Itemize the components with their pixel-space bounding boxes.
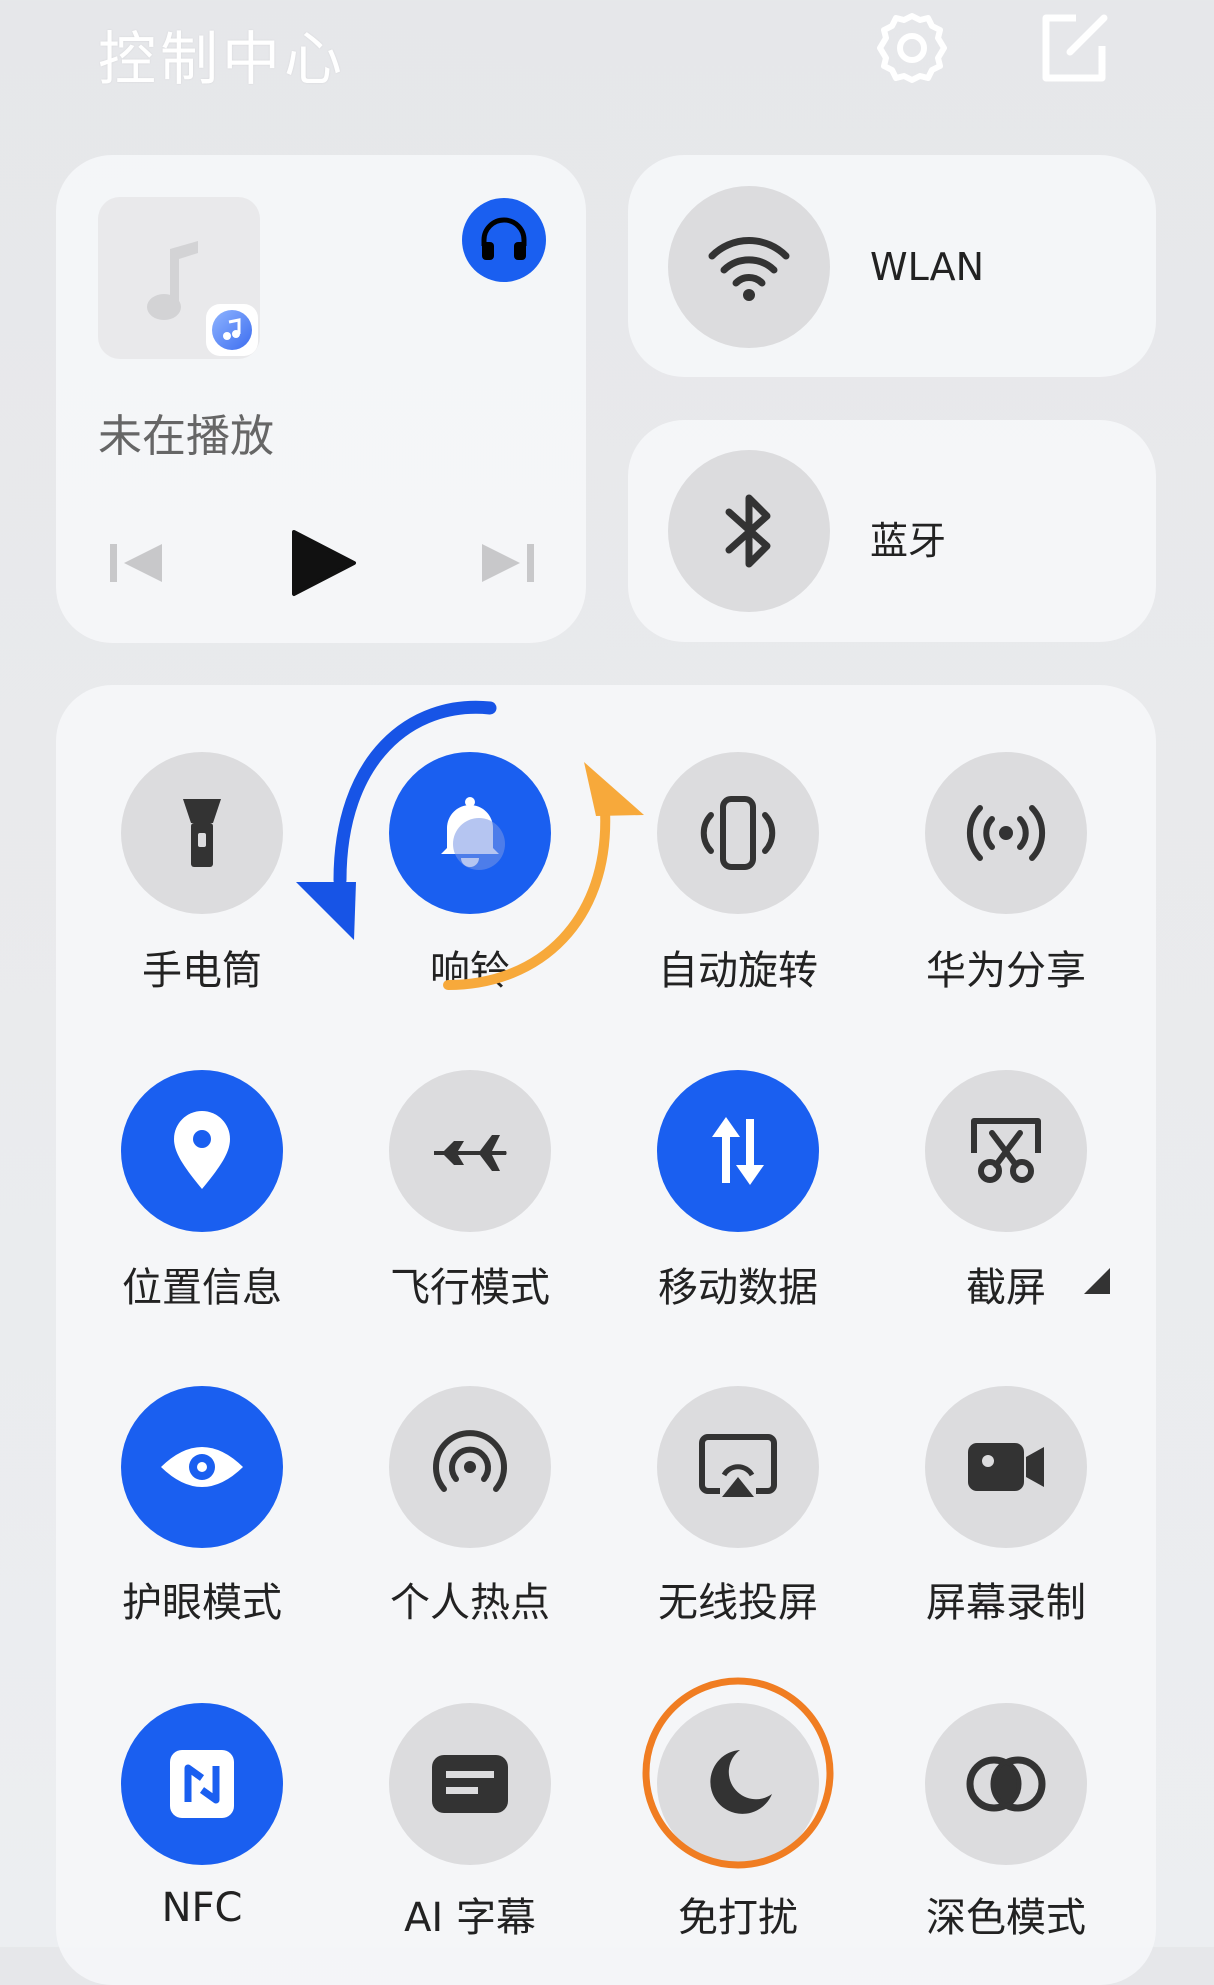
orange-circle-highlight bbox=[642, 1677, 834, 1869]
orange-curved-arrow bbox=[443, 762, 644, 990]
blue-curved-arrow bbox=[296, 700, 497, 940]
annotation-overlay bbox=[296, 700, 834, 1869]
